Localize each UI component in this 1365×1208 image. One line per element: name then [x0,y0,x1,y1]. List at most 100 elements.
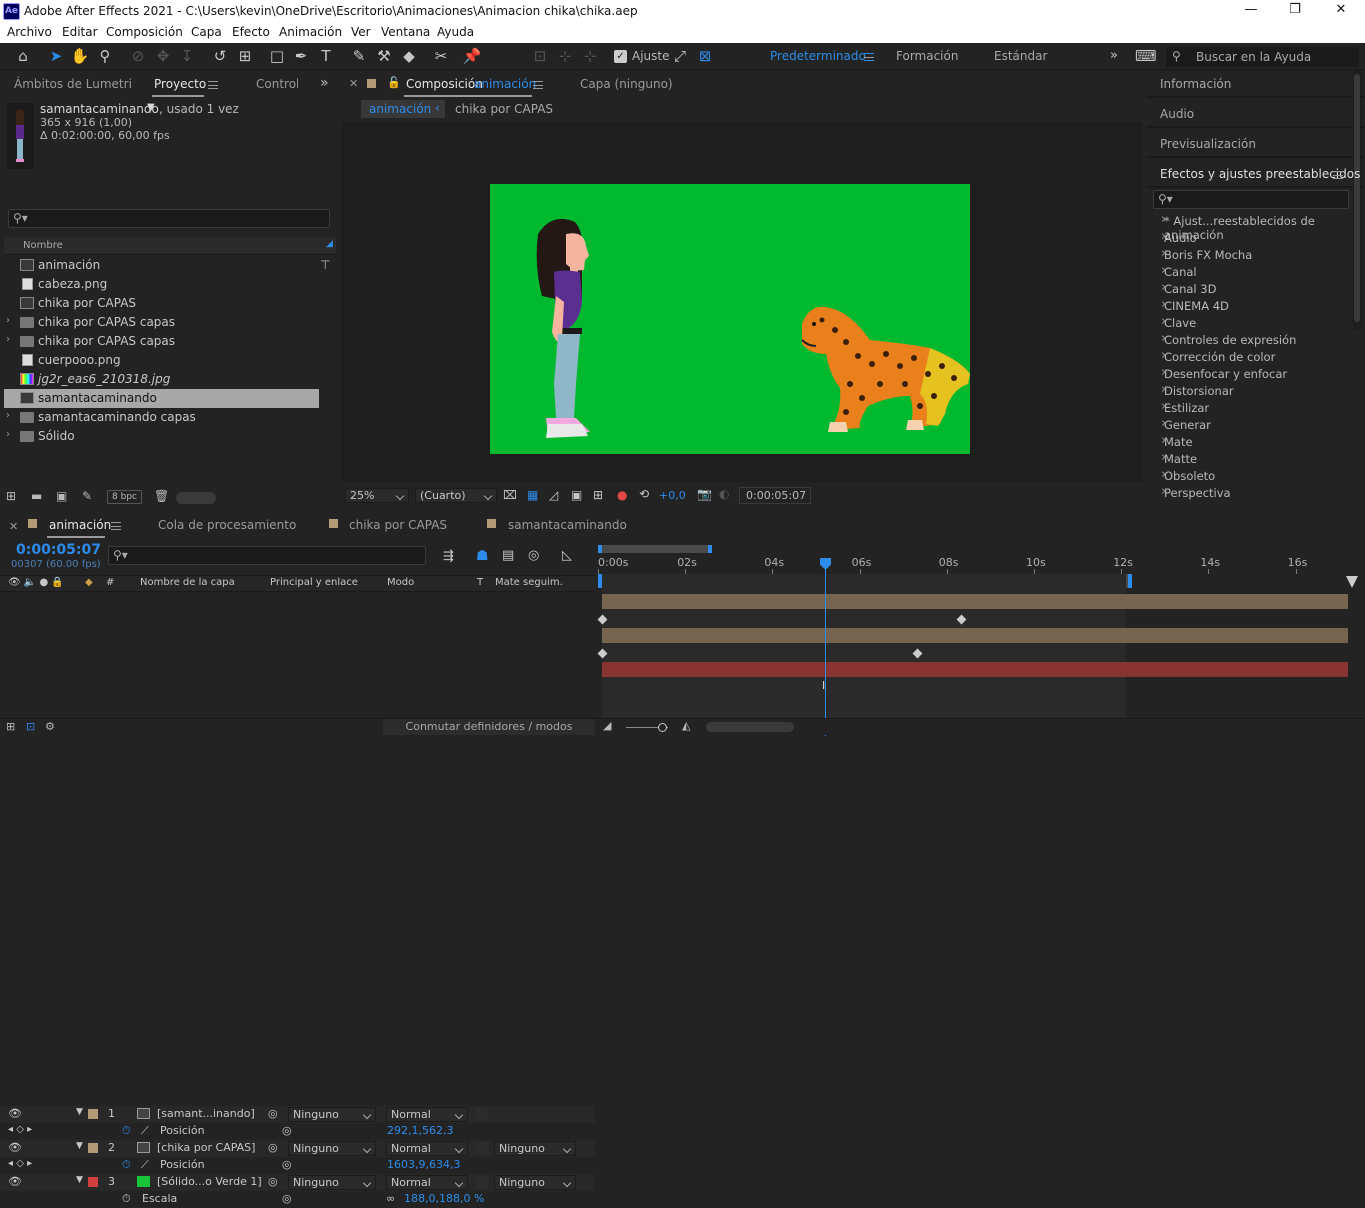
snap-checkbox[interactable]: ✓ [614,50,627,63]
effect-category[interactable]: Corrección de color [1161,348,1275,364]
property-row[interactable]: ◂ ◇ ▸ ⏱ ⟋ Posición ◎ 292,1,562,3 [0,1123,595,1140]
mode-select[interactable]: Normal [386,1141,468,1156]
menu-efecto[interactable]: Efecto [232,25,270,39]
layer-label-color[interactable] [88,1109,98,1119]
pan-tool-icon[interactable]: ✥ [153,46,173,66]
eye-icon[interactable]: 👁 [8,1107,22,1120]
effect-category[interactable]: Matte [1161,450,1197,466]
matte-select[interactable]: Ninguno [494,1175,576,1190]
project-search-input[interactable]: ⚲▾ [8,209,330,228]
rectangle-tool-icon[interactable]: □ [267,46,287,66]
flowchart-icon[interactable]: ⊤ [320,258,330,272]
time-ruler[interactable]: 0:00s 02s 04s 06s 08s 10s 12s 14s 16s [596,556,1365,574]
reset-exposure-icon[interactable]: ⟲ [639,487,649,501]
anchor-tool-icon[interactable]: ⊞ [235,46,255,66]
transfer-controls-icon[interactable]: ⊡ [26,720,35,733]
project-item[interactable]: samantacaminando [4,389,319,408]
pickwhip-icon[interactable]: ◎ [268,1141,278,1154]
tab-informacion[interactable]: Información [1160,77,1231,91]
keyframe-nav-icons[interactable]: ◂ ◇ ▸ [8,1124,32,1135]
expand-arrow-icon[interactable]: › [6,315,10,326]
frame-blending-icon[interactable]: ▤ [502,548,514,563]
project-item[interactable]: animación [4,256,319,275]
expression-pickwhip-icon[interactable]: ◎ [282,1124,292,1137]
axis-view-icon[interactable]: ⊹ [580,46,600,66]
menu-animacion[interactable]: Animación [279,25,342,39]
col-mode[interactable]: Modo [387,577,414,588]
workspace-overflow-icon[interactable]: » [1104,46,1124,66]
menu-composicion[interactable]: Composición [106,25,183,39]
parent-select[interactable]: Ninguno [288,1141,376,1156]
col-matte[interactable]: Mate seguim. [495,577,563,588]
pickwhip-icon[interactable]: ◎ [268,1107,278,1120]
stopwatch-icon[interactable]: ⏱ [122,1124,131,1138]
selection-tool-icon[interactable]: ➤ [46,46,66,66]
tab-audio[interactable]: Audio [1160,107,1194,121]
in-out-icon[interactable]: ⚙ [45,720,55,733]
effect-category[interactable]: Canal [1161,263,1197,279]
timeline-search-input[interactable]: ⚲▾ [108,546,426,565]
project-item[interactable]: cuerpooo.png [4,351,319,370]
tab-proyecto[interactable]: Proyecto [154,77,206,91]
pickwhip-icon[interactable]: ◎ [268,1175,278,1188]
column-name[interactable]: Nombre [23,240,63,251]
layer-name[interactable]: [chika por CAPAS] [157,1141,255,1154]
parent-select[interactable]: Ninguno [288,1107,376,1122]
layer-name[interactable]: [samant...inando] [157,1107,255,1120]
right-scrollbar[interactable] [1353,70,1361,330]
effect-category[interactable]: Clave [1161,314,1196,330]
menu-archivo[interactable]: Archivo [7,25,52,39]
breadcrumb-animacion[interactable]: animación ‹ [361,100,445,118]
menu-ventana[interactable]: Ventana [381,25,430,39]
parent-select[interactable]: Ninguno [288,1175,376,1190]
constrain-proportions-icon[interactable]: ∞ [386,1192,395,1205]
menu-capa[interactable]: Capa [191,25,222,39]
workspace-menu-icon[interactable] [864,53,874,61]
workspace-formacion[interactable]: Formación [896,49,958,63]
comp-tab-name[interactable]: animación [474,77,536,91]
clone-tool-icon[interactable]: ⚒ [374,46,394,66]
region-of-interest-icon[interactable]: ▣ [571,488,582,502]
brush-tool-icon[interactable]: ✎ [349,46,369,66]
timeline-tab-animacion[interactable]: animación [49,518,111,532]
layer-bar-1[interactable] [602,594,1348,609]
toggle-switches-modes[interactable]: Conmutar definidores / modos [383,719,595,735]
effect-category[interactable]: CINEMA 4D [1161,297,1229,313]
project-item[interactable]: cabeza.png [4,275,319,294]
workspace-predeterminado[interactable]: Predeterminado [770,49,866,63]
breadcrumb-chika[interactable]: chika por CAPAS [455,102,553,116]
close-button[interactable]: ✕ [1326,2,1356,17]
effect-category[interactable]: Audio [1161,229,1197,245]
property-row[interactable]: ⏱ Escala ◎ ∞ 188,0,188,0 % [0,1191,595,1208]
show-snapshot-icon[interactable]: ◐ [719,487,729,501]
fast-preview-icon[interactable]: ⌧ [503,488,517,502]
rotate-tool-icon[interactable]: ↺ [210,46,230,66]
effect-category[interactable]: Distorsionar [1161,382,1234,398]
shy-layers-icon[interactable]: ☗ [476,548,489,564]
expand-arrow-icon[interactable]: › [6,334,10,345]
zoom-in-icon[interactable]: ◭ [682,719,690,732]
timeline-timecode[interactable]: 0:00:05:07 [16,542,101,558]
effect-category[interactable]: Mate [1161,433,1193,449]
usage-dropdown-icon[interactable]: ▼ [147,102,155,113]
tab-previsualizacion[interactable]: Previsualización [1160,137,1256,151]
layer-row[interactable]: 👁 ▼ 3 [Sólido...o Verde 1] ◎ Ninguno Normal Nin… [0,1174,595,1191]
eraser-tool-icon[interactable]: ◆ [399,46,419,66]
project-menu-icon[interactable] [208,81,218,89]
pen-tool-icon[interactable]: ✒ [291,46,311,66]
interpret-footage-icon[interactable]: ⊞ [6,489,16,503]
home-icon[interactable]: ⌂ [13,46,33,66]
orbit-tool-icon[interactable]: ⊘ [128,46,148,66]
grid-guides-icon[interactable]: ⊞ [593,488,603,502]
axis-world-icon[interactable]: ⊹ [555,46,575,66]
keyframe-nav-icons[interactable]: ◂ ◇ ▸ [8,1158,32,1169]
tab-efectos[interactable]: Efectos y ajustes preestablecidos [1160,167,1360,181]
effect-category[interactable]: Desenfocar y enfocar [1161,365,1287,381]
collapse-arrow-icon[interactable]: ▼ [76,1141,83,1151]
layer-label-color[interactable] [88,1177,98,1187]
transparency-grid-icon[interactable]: ▦ [527,488,538,502]
expand-arrow-icon[interactable]: › [6,410,10,421]
effect-category[interactable]: Perspectiva [1161,484,1231,500]
mode-select[interactable]: Normal [386,1107,468,1122]
graph-editor-icon[interactable]: ◺ [562,548,572,563]
